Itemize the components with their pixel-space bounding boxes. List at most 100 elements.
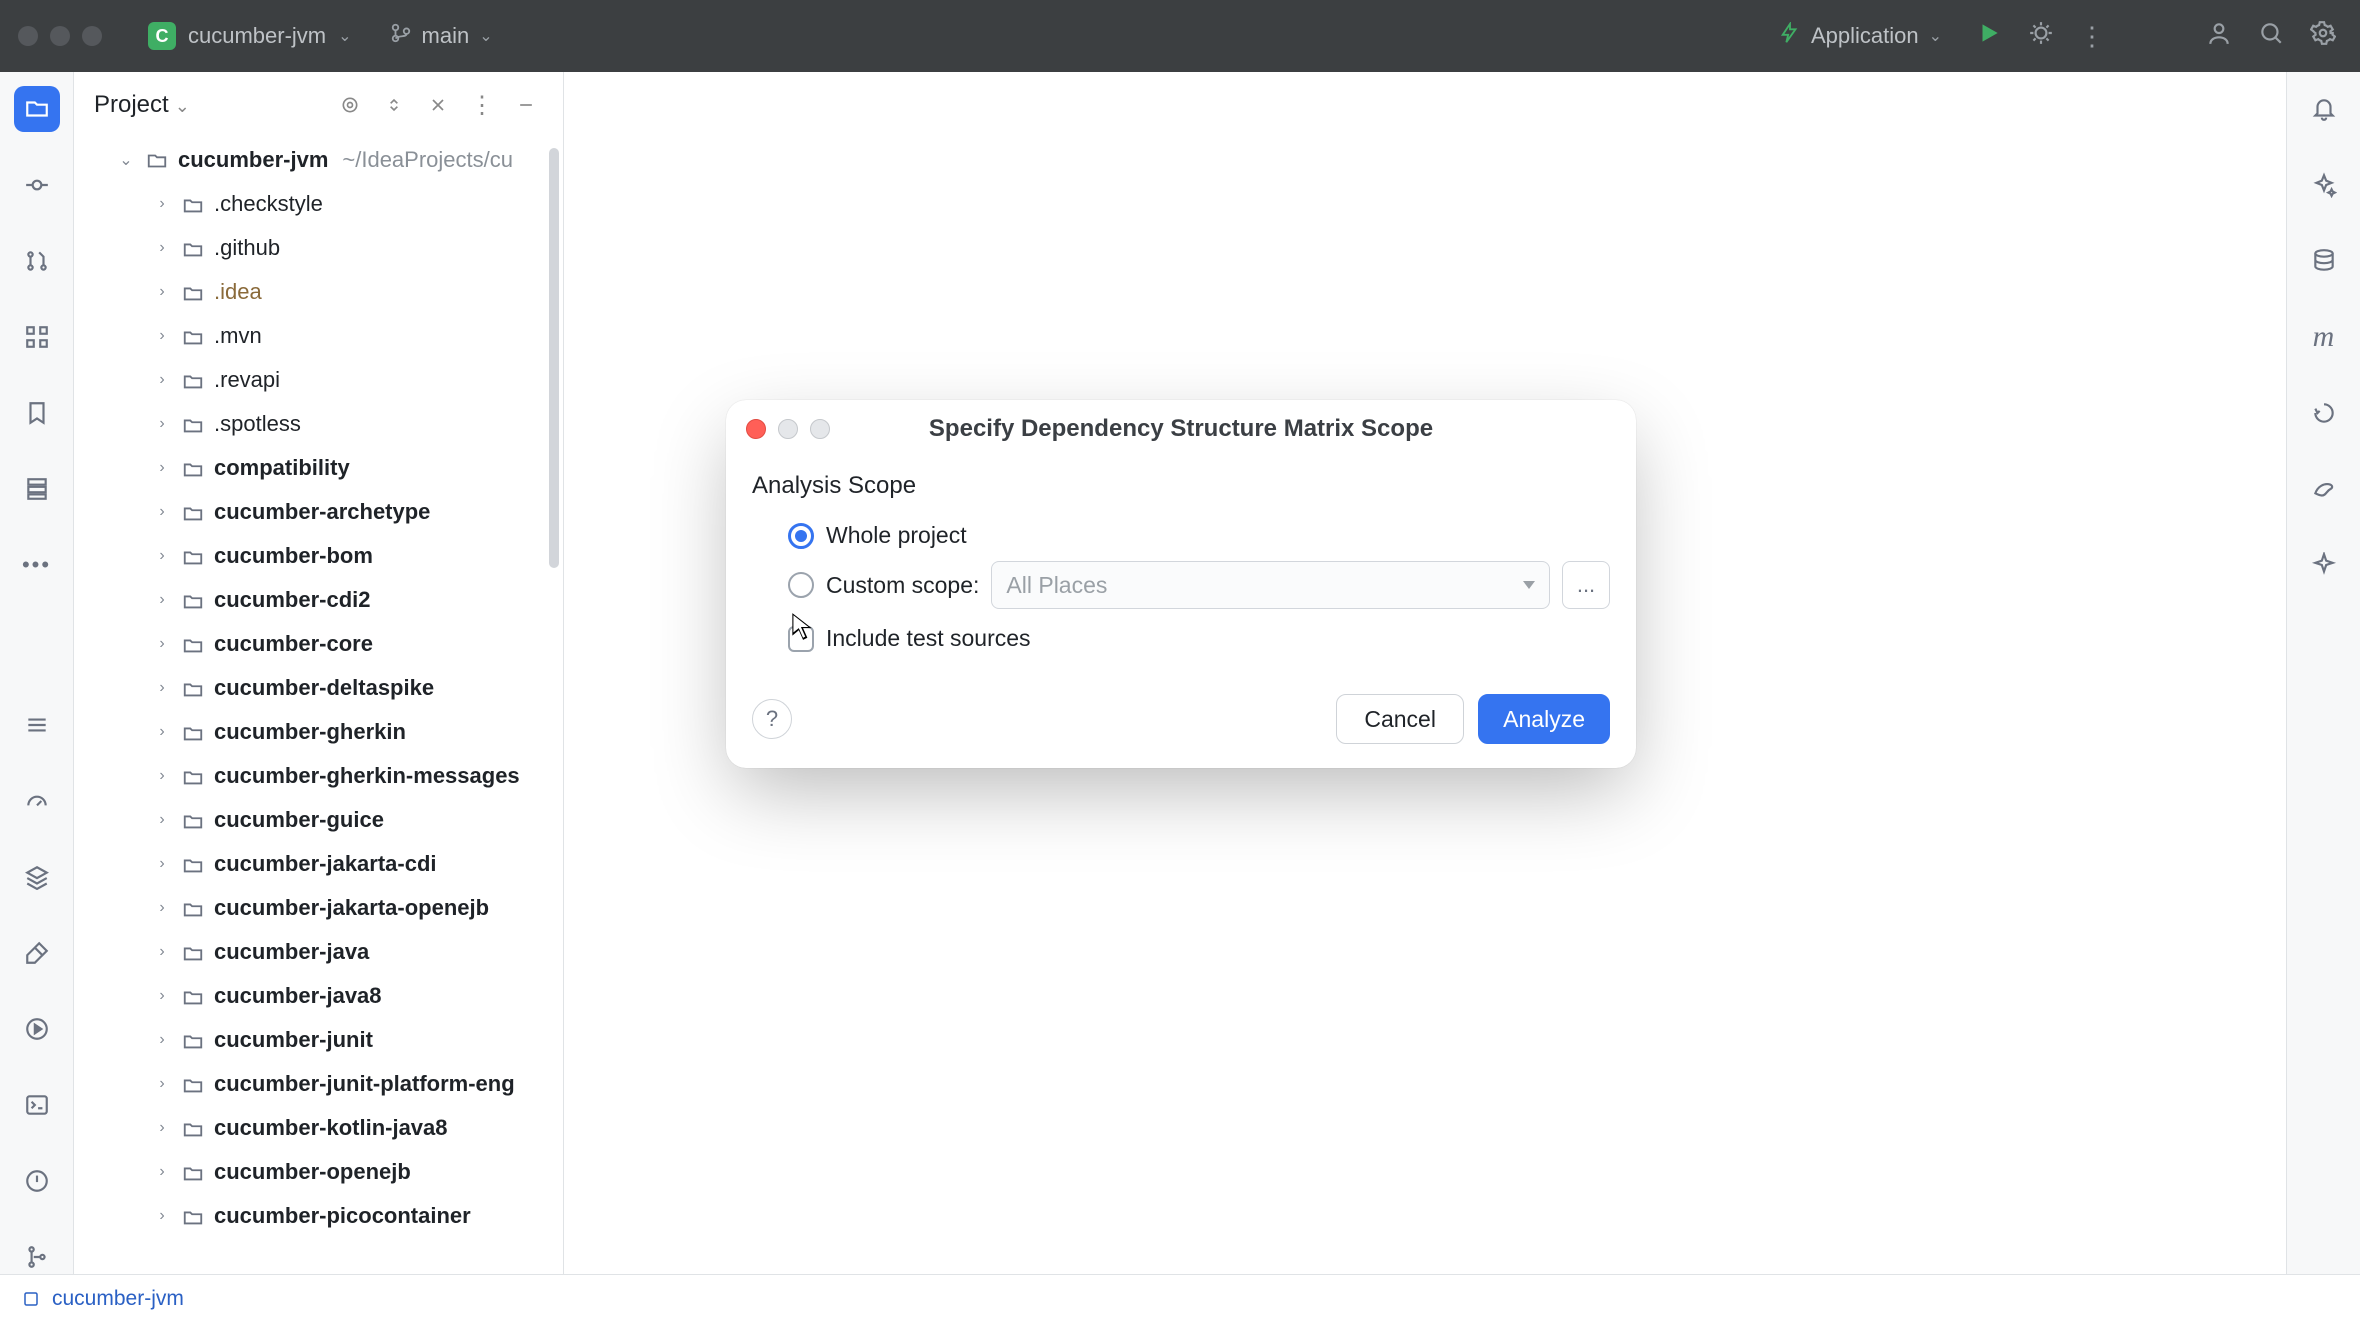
repositories-tool-button[interactable] [14,466,60,512]
bookmarks-tool-button[interactable] [14,390,60,436]
tree-item[interactable]: ›cucumber-archetype [74,490,563,534]
dialog-close-icon[interactable] [746,419,766,439]
tree-expander-icon[interactable]: › [150,899,174,917]
tree-expander-icon[interactable]: › [150,371,174,389]
ai-actions-tool-button[interactable] [2301,542,2347,588]
custom-scope-combo[interactable]: All Places [991,561,1550,609]
debug-button[interactable] [2022,20,2060,52]
ai-assistant-tool-button[interactable] [2301,162,2347,208]
status-module-name[interactable]: cucumber-jvm [52,1287,184,1311]
tree-expander-icon[interactable]: › [150,987,174,1005]
collapse-panel-icon[interactable] [509,88,543,122]
cancel-button[interactable]: Cancel [1336,694,1464,744]
maven-tool-button[interactable]: m [2301,314,2347,360]
structure-tool-button[interactable] [14,314,60,360]
tree-expander-icon[interactable]: › [150,635,174,653]
help-button[interactable]: ? [752,699,792,739]
window-close-icon[interactable] [18,26,38,46]
tree-expander-icon[interactable]: › [150,283,174,301]
tree-item[interactable]: ›cucumber-deltaspike [74,666,563,710]
expand-collapse-icon[interactable] [377,88,411,122]
settings-icon[interactable] [2304,20,2342,52]
tree-expander-icon[interactable]: › [150,239,174,257]
notifications-tool-button[interactable] [2301,86,2347,132]
window-minimize-icon[interactable] [50,26,70,46]
tree-expander-icon[interactable]: › [150,1119,174,1137]
tree-expander-icon[interactable]: › [150,503,174,521]
vertical-scrollbar-thumb[interactable] [549,148,559,568]
tree-item[interactable]: ›cucumber-guice [74,798,563,842]
tree-item[interactable]: ›cucumber-openejb [74,1150,563,1194]
services-tool-button[interactable] [14,1006,60,1052]
tree-item[interactable]: ›cucumber-kotlin-java8 [74,1106,563,1150]
tree-item[interactable]: ›cucumber-jakarta-cdi [74,842,563,886]
tree-item[interactable]: ›.revapi [74,358,563,402]
select-opened-file-icon[interactable] [333,88,367,122]
tree-expander-icon[interactable]: › [150,547,174,565]
build-tool-button[interactable] [14,930,60,976]
todo-tool-button[interactable] [14,702,60,748]
tree-expander-icon[interactable]: › [150,767,174,785]
tree-expander-icon[interactable]: › [150,195,174,213]
terminal-tool-button[interactable] [14,1082,60,1128]
search-everywhere-icon[interactable] [2252,20,2290,52]
tree-item[interactable]: ›cucumber-picocontainer [74,1194,563,1238]
tree-item[interactable]: ›cucumber-java8 [74,974,563,1018]
tree-item[interactable]: ›.github [74,226,563,270]
tree-expander-icon[interactable]: › [150,1207,174,1225]
project-selector[interactable]: C cucumber-jvm ⌄ [134,16,366,56]
custom-scope-option[interactable]: Custom scope: All Places ... [752,559,1610,615]
whole-project-option[interactable]: Whole project [752,512,1610,559]
tree-item[interactable]: ›cucumber-gherkin [74,710,563,754]
run-config-selector[interactable]: Application ⌄ [1765,16,1956,56]
run-button[interactable] [1970,20,2008,52]
tree-item[interactable]: ›.spotless [74,402,563,446]
tree-item[interactable]: ›cucumber-cdi2 [74,578,563,622]
tree-item[interactable]: ›cucumber-core [74,622,563,666]
tree-expander-icon[interactable]: › [150,1075,174,1093]
layers-tool-button[interactable] [14,854,60,900]
profiler-tool-button[interactable] [14,778,60,824]
tree-expander-icon[interactable]: ⌄ [114,150,138,170]
tree-item[interactable]: ›cucumber-junit-platform-eng [74,1062,563,1106]
code-with-me-icon[interactable] [2200,20,2238,52]
checkbox-unchecked-icon[interactable] [788,626,814,652]
problems-tool-button[interactable] [14,1158,60,1204]
tree-expander-icon[interactable]: › [150,459,174,477]
project-tree[interactable]: ⌄ cucumber-jvm ~/IdeaProjects/cu ›.check… [74,138,563,1322]
gradle-tool-button[interactable] [2301,466,2347,512]
window-zoom-icon[interactable] [82,26,102,46]
vcs-branch-widget[interactable]: main ⌄ [380,16,503,56]
commit-tool-button[interactable] [14,162,60,208]
tree-expander-icon[interactable]: › [150,811,174,829]
tree-expander-icon[interactable]: › [150,679,174,697]
more-actions-button[interactable]: ⋮ [2074,21,2112,52]
radio-unselected-icon[interactable] [788,572,814,598]
tree-item[interactable]: ›cucumber-bom [74,534,563,578]
tree-root[interactable]: ⌄ cucumber-jvm ~/IdeaProjects/cu [74,138,563,182]
tree-expander-icon[interactable]: › [150,327,174,345]
tree-expander-icon[interactable]: › [150,943,174,961]
include-tests-option[interactable]: Include test sources [752,615,1610,662]
scope-browse-button[interactable]: ... [1562,561,1610,609]
tree-expander-icon[interactable]: › [150,855,174,873]
tree-expander-icon[interactable]: › [150,415,174,433]
analyze-button[interactable]: Analyze [1478,694,1610,744]
tree-options-icon[interactable]: ⋮ [465,88,499,122]
tree-item[interactable]: ›.idea [74,270,563,314]
tree-expander-icon[interactable]: › [150,1031,174,1049]
tree-item[interactable]: ›cucumber-jakarta-openejb [74,886,563,930]
hide-icon[interactable] [421,88,455,122]
tree-expander-icon[interactable]: › [150,1163,174,1181]
pull-requests-tool-button[interactable] [14,238,60,284]
database-tool-button[interactable] [2301,238,2347,284]
tree-item[interactable]: ›cucumber-gherkin-messages [74,754,563,798]
tree-item[interactable]: ›.mvn [74,314,563,358]
radio-selected-icon[interactable] [788,523,814,549]
more-tools-button[interactable]: ••• [14,542,60,588]
tree-expander-icon[interactable]: › [150,591,174,609]
tree-item[interactable]: ›cucumber-java [74,930,563,974]
tree-item[interactable]: ›cucumber-junit [74,1018,563,1062]
tree-item[interactable]: ›compatibility [74,446,563,490]
coverage-tool-button[interactable] [2301,390,2347,436]
